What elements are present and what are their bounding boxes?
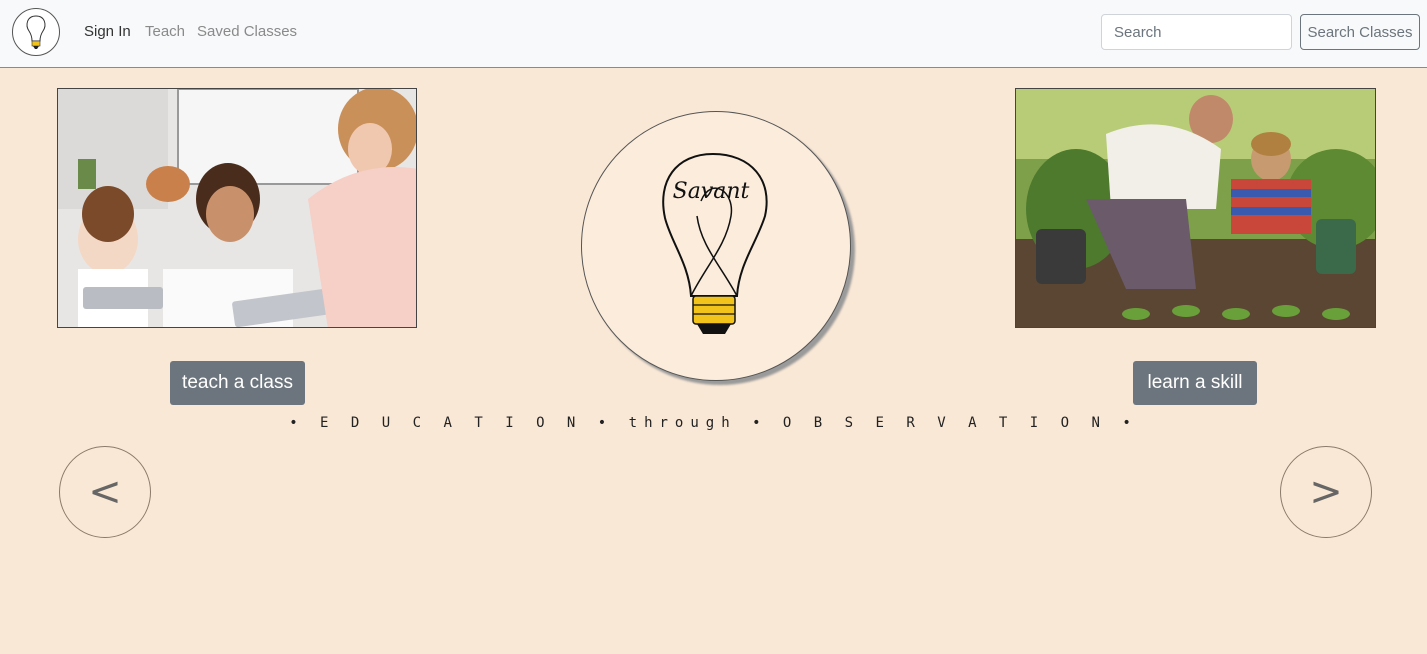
nav-sign-in[interactable]: Sign In xyxy=(84,23,131,40)
hero-logo: Savant xyxy=(581,111,851,381)
carousel-prev-button[interactable]: < xyxy=(59,446,151,538)
lightbulb-logo-icon: Savant xyxy=(662,152,768,334)
search-input[interactable] xyxy=(1101,14,1292,50)
learn-skill-photo xyxy=(1015,88,1376,328)
nav-saved-classes[interactable]: Saved Classes xyxy=(197,23,297,40)
savant-signature: Savant xyxy=(673,179,750,204)
father-son-gardening-photo xyxy=(1016,89,1375,327)
teach-class-button[interactable]: teach a class xyxy=(170,361,305,405)
tagline: • E D U C A T I O N • through • O B S E … xyxy=(289,415,1138,431)
lightbulb-logo-icon xyxy=(26,15,46,49)
carousel-next-button[interactable]: > xyxy=(1280,446,1372,538)
teacher-with-students-tablets-photo xyxy=(58,89,416,327)
nav-teach[interactable]: Teach xyxy=(145,23,185,40)
brand-logo[interactable] xyxy=(12,8,60,56)
teach-class-photo xyxy=(57,88,417,328)
navbar: Sign In Teach Saved Classes Search Class… xyxy=(0,0,1427,68)
search-classes-button[interactable]: Search Classes xyxy=(1300,14,1420,50)
learn-skill-button[interactable]: learn a skill xyxy=(1133,361,1257,405)
